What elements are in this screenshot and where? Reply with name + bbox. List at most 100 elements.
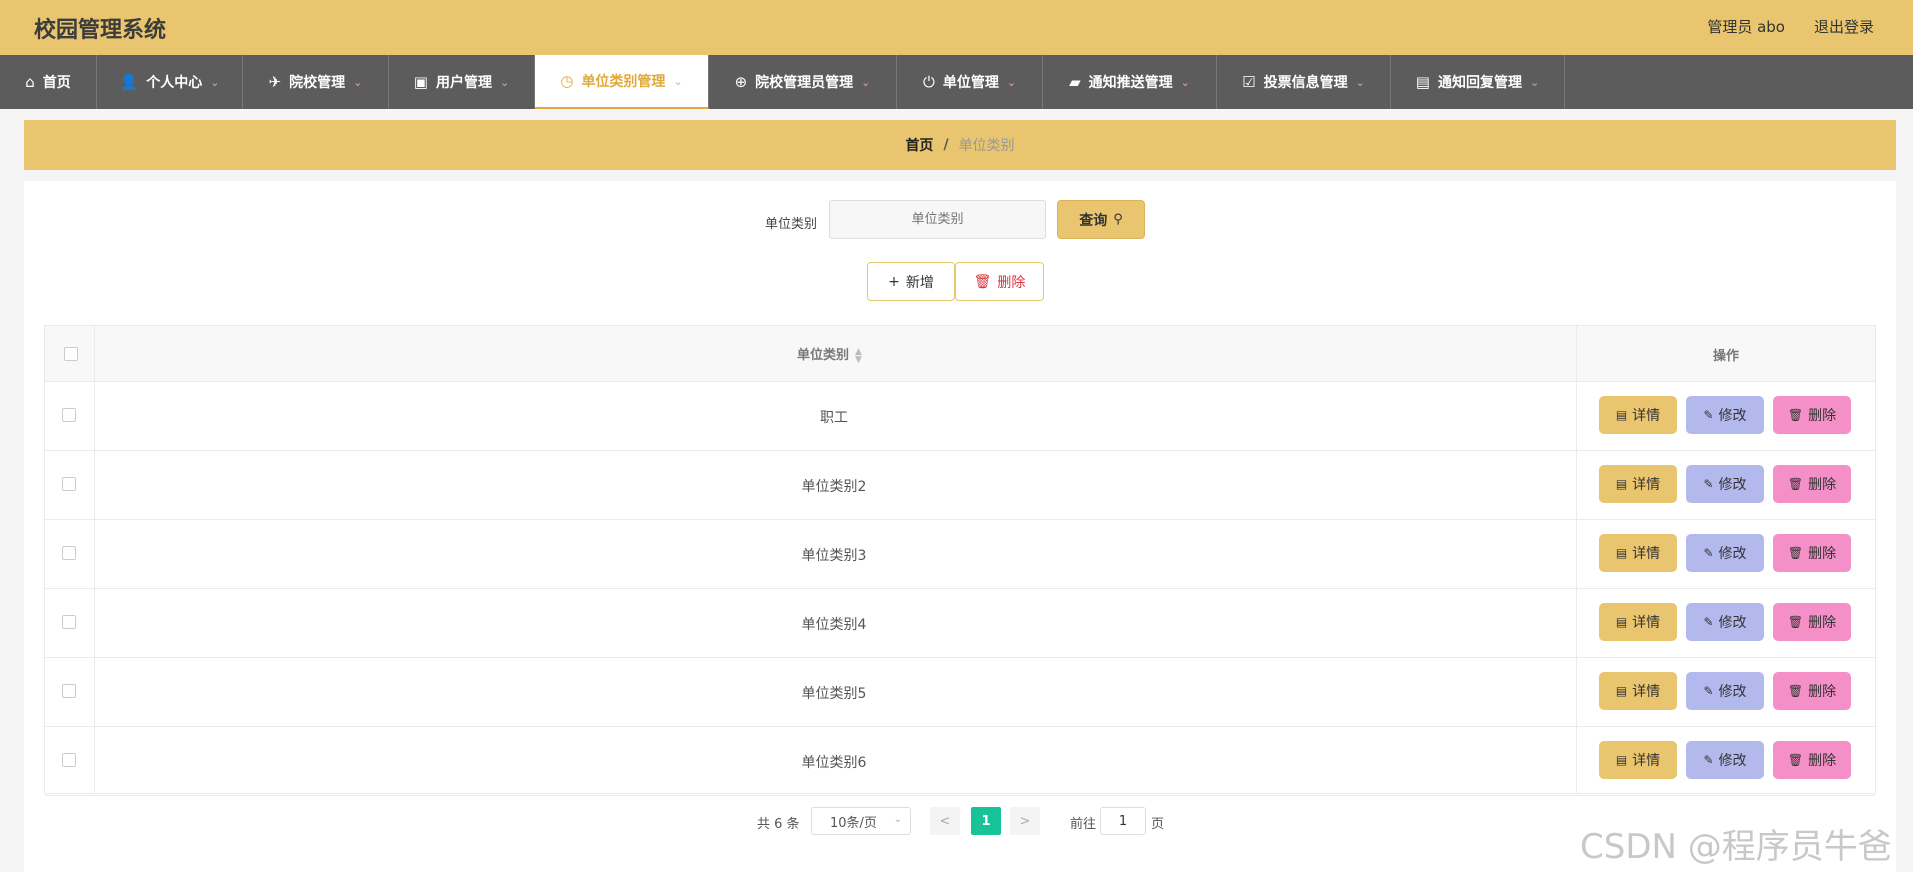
nav-item-3[interactable]: ▣ 用户管理 ⌄: [389, 55, 535, 109]
row-checkbox[interactable]: [62, 684, 76, 698]
cell-category: 单位类别5: [801, 686, 867, 702]
edit-label: 修改: [1718, 684, 1747, 700]
briefcase-icon: ▰: [1069, 73, 1081, 91]
detail-button[interactable]: ▤ 详情: [1599, 465, 1677, 503]
delete-label: 删除: [1808, 546, 1837, 562]
document-icon: ▤: [1615, 615, 1628, 629]
app-title: 校园管理系统: [34, 18, 167, 43]
nav-item-2[interactable]: ✈ 院校管理 ⌄: [243, 55, 389, 109]
row-checkbox[interactable]: [62, 753, 76, 767]
edit-button[interactable]: ✎ 修改: [1686, 396, 1764, 434]
delete-button[interactable]: 🗑 删除: [1773, 672, 1851, 710]
delete-label: 删除: [1808, 684, 1837, 700]
column-header-category[interactable]: 单位类别 ▲ ▼: [797, 344, 862, 364]
nav-label: 单位类别管理: [581, 74, 666, 90]
cell-category: 单位类别3: [801, 548, 867, 564]
row-checkbox[interactable]: [62, 615, 76, 629]
page-size-select[interactable]: 10条/页 ⌄: [811, 807, 911, 835]
table-header: 单位类别 ▲ ▼ 操作: [45, 326, 1875, 382]
pencil-icon: ✎: [1703, 684, 1714, 698]
nav-item-9[interactable]: ▤ 通知回复管理 ⌄: [1391, 55, 1565, 109]
table-row: 单位类别3 ▤ 详情 ✎ 修改 🗑 删除: [45, 519, 1875, 589]
trash-icon: 🗑: [1787, 615, 1804, 629]
main-nav: ⌂ 首页 👤 个人中心 ⌄ ✈ 院校管理 ⌄ ▣ 用户管理 ⌄ ◷ 单位类别管理 ⌄ ⊕ 院校管理员管理 ⌄ ⏻ 单…: [0, 55, 1913, 109]
document-icon: ▤: [1615, 408, 1628, 422]
nav-label: 院校管理: [289, 75, 346, 91]
paper-plane-icon: ✈: [268, 73, 282, 91]
chevron-down-icon: ⌄: [499, 75, 510, 89]
detail-button[interactable]: ▤ 详情: [1599, 741, 1677, 779]
chevron-down-icon: ⌄: [1180, 75, 1190, 89]
clipboard-x-icon: ▣: [413, 73, 428, 91]
delete-label: 删除: [1808, 477, 1837, 493]
query-button[interactable]: 查询 ⚲: [1057, 200, 1145, 239]
document-icon: ▤: [1615, 477, 1628, 491]
breadcrumb-separator: /: [943, 137, 949, 153]
chevron-down-icon: ⌄: [210, 75, 220, 89]
batch-delete-button[interactable]: 🗑 删除: [955, 262, 1044, 301]
search-label: 单位类别: [765, 217, 818, 232]
admin-username: 管理员 abo: [1707, 18, 1785, 36]
pencil-icon: ✎: [1703, 477, 1714, 491]
row-checkbox[interactable]: [62, 546, 76, 560]
home-icon: ⌂: [25, 73, 35, 91]
delete-button[interactable]: 🗑 删除: [1773, 603, 1851, 641]
delete-button[interactable]: 🗑 删除: [1773, 396, 1851, 434]
edit-button[interactable]: ✎ 修改: [1686, 741, 1764, 779]
nav-label: 个人中心: [146, 75, 203, 91]
delete-button[interactable]: 🗑 删除: [1773, 741, 1851, 779]
watermark: CSDN @程序员牛爸: [1580, 827, 1892, 867]
row-checkbox[interactable]: [62, 408, 76, 422]
next-page-button[interactable]: >: [1010, 807, 1040, 835]
logout-button[interactable]: 退出登录: [1814, 16, 1874, 37]
nav-item-0[interactable]: ⌂ 首页: [0, 55, 97, 109]
nav-label: 首页: [42, 75, 71, 91]
nav-item-6[interactable]: ⏻ 单位管理 ⌄: [897, 55, 1043, 109]
goto-page-input[interactable]: [1100, 807, 1146, 835]
crosshair-icon: ⊕: [734, 73, 748, 91]
edit-label: 修改: [1718, 753, 1747, 769]
detail-label: 详情: [1632, 615, 1661, 631]
delete-button[interactable]: 🗑 删除: [1773, 534, 1851, 572]
document-icon: ▤: [1615, 684, 1628, 698]
nav-item-8[interactable]: ☑ 投票信息管理 ⌄: [1217, 55, 1391, 109]
top-header: 校园管理系统 管理员 abo 退出登录: [0, 0, 1913, 55]
detail-label: 详情: [1632, 684, 1661, 700]
pencil-icon: ✎: [1703, 615, 1714, 629]
nav-item-7[interactable]: ▰ 通知推送管理 ⌄: [1043, 55, 1217, 109]
sort-icon[interactable]: ▲ ▼: [855, 347, 862, 364]
search-icon: ⚲: [1113, 212, 1123, 227]
edit-button[interactable]: ✎ 修改: [1686, 603, 1764, 641]
nav-item-5[interactable]: ⊕ 院校管理员管理 ⌄: [709, 55, 897, 109]
row-checkbox[interactable]: [62, 477, 76, 491]
detail-button[interactable]: ▤ 详情: [1599, 603, 1677, 641]
chevron-down-icon: ⌄: [1006, 75, 1017, 89]
chevron-down-icon: ⌄: [861, 75, 871, 89]
detail-button[interactable]: ▤ 详情: [1599, 396, 1677, 434]
document-icon: ▤: [1615, 546, 1628, 560]
goto-label: 前往: [1070, 817, 1097, 832]
trash-icon: 🗑: [1787, 408, 1804, 422]
search-input[interactable]: [829, 200, 1046, 239]
add-button[interactable]: + 新增: [867, 262, 955, 301]
nav-item-1[interactable]: 👤 个人中心 ⌄: [97, 55, 243, 109]
edit-button[interactable]: ✎ 修改: [1686, 465, 1764, 503]
cell-category: 单位类别4: [801, 617, 867, 633]
edit-button[interactable]: ✎ 修改: [1686, 534, 1764, 572]
edit-button[interactable]: ✎ 修改: [1686, 672, 1764, 710]
table-row: 单位类别4 ▤ 详情 ✎ 修改 🗑 删除: [45, 588, 1875, 658]
table-row: 单位类别6 ▤ 详情 ✎ 修改 🗑 删除: [45, 726, 1875, 796]
trash-icon: 🗑: [1787, 684, 1804, 698]
delete-button[interactable]: 🗑 删除: [1773, 465, 1851, 503]
prev-page-button[interactable]: <: [930, 807, 960, 835]
detail-button[interactable]: ▤ 详情: [1599, 534, 1677, 572]
breadcrumb-home[interactable]: 首页: [905, 135, 933, 155]
nav-item-4[interactable]: ◷ 单位类别管理 ⌄: [535, 55, 709, 109]
page-number-current[interactable]: 1: [971, 807, 1001, 835]
power-icon: ⏻: [922, 73, 935, 91]
detail-button[interactable]: ▤ 详情: [1599, 672, 1677, 710]
delete-label: 删除: [1808, 615, 1837, 631]
trash-icon: 🗑: [1787, 546, 1804, 560]
nav-label: 院校管理员管理: [755, 75, 854, 91]
select-all-checkbox[interactable]: [64, 347, 78, 361]
